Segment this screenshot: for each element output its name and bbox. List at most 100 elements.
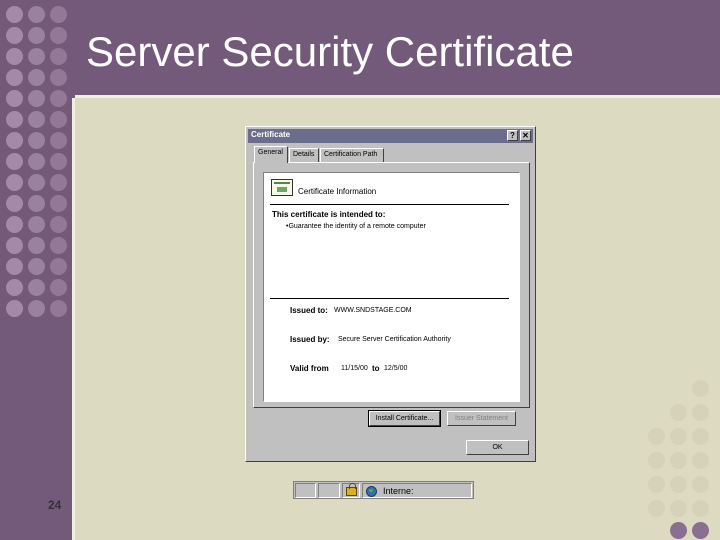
- close-button[interactable]: ✕: [520, 130, 531, 141]
- globe-icon: [366, 486, 377, 497]
- decorative-dot: [28, 195, 45, 212]
- decorative-dot: [28, 48, 45, 65]
- dialog-title: Certificate: [251, 130, 291, 139]
- issued-to-label: Issued to:: [290, 306, 328, 315]
- decorative-dot: [28, 216, 45, 233]
- decorative-dot: [6, 195, 23, 212]
- decorative-dot: [670, 404, 687, 421]
- decorative-dot: [648, 452, 665, 469]
- decorative-dot: [28, 279, 45, 296]
- decorative-dot: [692, 500, 709, 517]
- valid-to-label: to: [372, 364, 380, 373]
- decorative-dot: [50, 6, 67, 23]
- issued-by-label: Issued by:: [290, 335, 330, 344]
- tab-details[interactable]: Details: [289, 148, 319, 162]
- decorative-dot: [692, 428, 709, 445]
- decorative-dot: [6, 153, 23, 170]
- decorative-dot: [692, 522, 709, 539]
- decorative-dot: [6, 279, 23, 296]
- certificate-info-box: Certificate Information This certificate…: [263, 172, 520, 402]
- decorative-dot: [692, 452, 709, 469]
- decorative-dot: [648, 428, 665, 445]
- decorative-dot: [28, 27, 45, 44]
- issued-to-value: WWW.SNDSTAGE.COM: [334, 307, 412, 314]
- decorative-dot: [670, 522, 687, 539]
- decorative-dot: [6, 111, 23, 128]
- decorative-dot: [6, 174, 23, 191]
- decorative-dot: [50, 111, 67, 128]
- decorative-dot: [28, 90, 45, 107]
- dialog-titlebar[interactable]: Certificate ? ✕: [248, 129, 533, 143]
- security-cell[interactable]: [342, 483, 360, 498]
- left-decorative-band: [0, 0, 75, 540]
- issuer-statement-button[interactable]: Issuer Statement: [447, 411, 516, 426]
- decorative-dot: [28, 111, 45, 128]
- decorative-dot: [50, 48, 67, 65]
- decorative-dot: [6, 216, 23, 233]
- decorative-dot: [6, 258, 23, 275]
- decorative-dot: [648, 476, 665, 493]
- status-cell: [318, 483, 340, 498]
- zone-cell: Interne:: [362, 483, 472, 498]
- decorative-dot: [6, 69, 23, 86]
- divider: [270, 298, 509, 299]
- tab-certification-path[interactable]: Certification Path: [320, 148, 384, 162]
- intended-purpose-item: •Guarantee the identity of a remote comp…: [286, 223, 426, 230]
- decorative-dot: [6, 237, 23, 254]
- decorative-dot: [50, 237, 67, 254]
- decorative-dot: [50, 90, 67, 107]
- install-certificate-button[interactable]: Install Certificate...: [368, 410, 441, 427]
- decorative-dot: [50, 153, 67, 170]
- certificate-dialog: Certificate ? ✕ General Details Certific…: [245, 126, 536, 462]
- browser-status-bar: Interne:: [293, 481, 474, 499]
- decorative-dot: [6, 300, 23, 317]
- decorative-dot: [670, 452, 687, 469]
- decorative-dot: [692, 380, 709, 397]
- decorative-dot: [6, 132, 23, 149]
- decorative-dot: [28, 6, 45, 23]
- decorative-dot: [670, 428, 687, 445]
- decorative-dot: [28, 300, 45, 317]
- decorative-dot: [50, 27, 67, 44]
- decorative-dot: [670, 476, 687, 493]
- decorative-dot: [50, 300, 67, 317]
- decorative-dot: [50, 69, 67, 86]
- decorative-dot: [692, 404, 709, 421]
- decorative-dot: [50, 195, 67, 212]
- decorative-dot: [28, 153, 45, 170]
- decorative-dot: [6, 6, 23, 23]
- valid-from-value: 11/15/00: [341, 365, 368, 372]
- decorative-dot: [50, 216, 67, 233]
- status-cell: [295, 483, 316, 498]
- general-tab-panel: Certificate Information This certificate…: [253, 162, 530, 408]
- decorative-dot: [6, 27, 23, 44]
- slide-title: Server Security Certificate: [86, 28, 574, 75]
- certificate-info-title: Certificate Information: [298, 187, 377, 196]
- decorative-dot: [6, 48, 23, 65]
- decorative-dot: [648, 500, 665, 517]
- decorative-dot: [28, 237, 45, 254]
- intended-purpose-label: This certificate is intended to:: [272, 210, 386, 219]
- valid-to-value: 12/5/00: [384, 365, 408, 372]
- tab-general[interactable]: General: [254, 146, 288, 163]
- help-button[interactable]: ?: [507, 130, 518, 141]
- issued-by-value: Secure Server Certification Authority: [338, 336, 451, 343]
- decorative-dot: [50, 174, 67, 191]
- zone-text: Interne:: [383, 486, 414, 496]
- decorative-dot: [50, 279, 67, 296]
- valid-from-label: Valid from: [290, 364, 329, 373]
- ok-button[interactable]: OK: [466, 440, 529, 455]
- lock-icon[interactable]: [346, 483, 357, 496]
- decorative-dot: [50, 132, 67, 149]
- decorative-dot: [28, 132, 45, 149]
- decorative-dot: [28, 258, 45, 275]
- decorative-dot: [6, 90, 23, 107]
- certificate-icon: [271, 179, 293, 196]
- decorative-dot: [50, 258, 67, 275]
- divider: [270, 204, 509, 205]
- decorative-dot: [670, 500, 687, 517]
- decorative-dot: [692, 476, 709, 493]
- decorative-dot: [28, 69, 45, 86]
- slide-number: 24: [48, 498, 62, 512]
- decorative-dot: [28, 174, 45, 191]
